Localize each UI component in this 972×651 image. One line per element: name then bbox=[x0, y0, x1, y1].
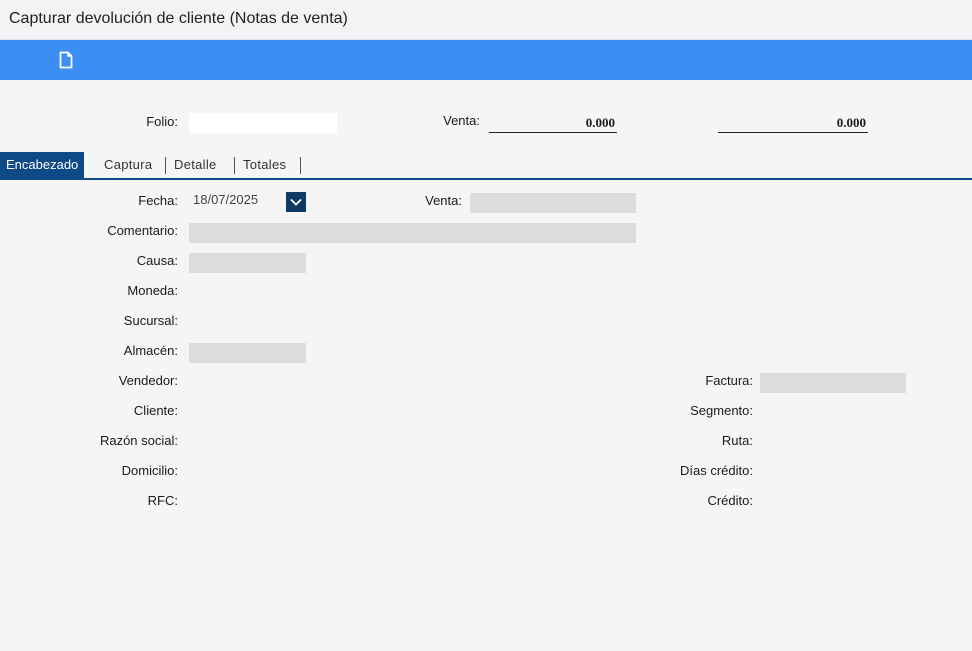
tab-baseline bbox=[0, 178, 972, 180]
tab-detalle[interactable]: Detalle bbox=[174, 152, 217, 178]
second-amount: 0.000 bbox=[718, 111, 868, 133]
comentario-field[interactable] bbox=[189, 223, 636, 243]
vendedor-label: Vendedor: bbox=[118, 373, 178, 388]
folio-label: Folio: bbox=[146, 114, 178, 129]
sucursal-label: Sucursal: bbox=[123, 313, 178, 328]
tab-encabezado[interactable]: Encabezado bbox=[0, 152, 85, 178]
factura-field[interactable] bbox=[760, 373, 906, 393]
domicilio-label: Domicilio: bbox=[121, 463, 178, 478]
cliente-label: Cliente: bbox=[133, 403, 178, 418]
folio-input[interactable] bbox=[189, 113, 337, 133]
new-document-button[interactable] bbox=[52, 48, 80, 72]
tab-separator bbox=[165, 157, 166, 174]
rfc-label: RFC: bbox=[147, 493, 178, 508]
fecha-value[interactable]: 18/07/2025 bbox=[193, 192, 258, 207]
title-bar: Capturar devolución de cliente (Notas de… bbox=[0, 0, 972, 40]
fecha-label: Fecha: bbox=[138, 193, 178, 208]
segmento-label: Segmento: bbox=[690, 403, 753, 418]
venta-label: Venta: bbox=[425, 193, 462, 208]
chevron-down-icon bbox=[290, 198, 302, 206]
dias-credito-label: Días crédito: bbox=[680, 463, 753, 478]
moneda-label: Moneda: bbox=[127, 283, 178, 298]
almacen-field[interactable] bbox=[189, 343, 306, 363]
credito-label: Crédito: bbox=[707, 493, 753, 508]
window-title: Capturar devolución de cliente (Notas de… bbox=[9, 10, 348, 27]
tab-totales[interactable]: Totales bbox=[243, 152, 286, 178]
causa-label: Causa: bbox=[136, 253, 178, 268]
comentario-label: Comentario: bbox=[107, 223, 178, 238]
tab-separator bbox=[300, 157, 301, 174]
almacen-label: Almacén: bbox=[123, 343, 178, 358]
document-icon bbox=[59, 51, 73, 69]
tab-bar: Encabezado Captura Detalle Totales bbox=[0, 152, 972, 180]
venta-field[interactable] bbox=[470, 193, 636, 213]
tab-separator bbox=[234, 157, 235, 174]
causa-field[interactable] bbox=[189, 253, 306, 273]
factura-label: Factura: bbox=[705, 373, 753, 388]
razon-social-label: Razón social: bbox=[99, 433, 178, 448]
tab-captura[interactable]: Captura bbox=[104, 152, 152, 178]
ruta-label: Ruta: bbox=[721, 433, 753, 448]
toolbar bbox=[0, 40, 972, 80]
date-picker-button[interactable] bbox=[286, 192, 306, 212]
venta-amount: 0.000 bbox=[489, 111, 617, 133]
venta-header-label: Venta: bbox=[443, 113, 480, 128]
